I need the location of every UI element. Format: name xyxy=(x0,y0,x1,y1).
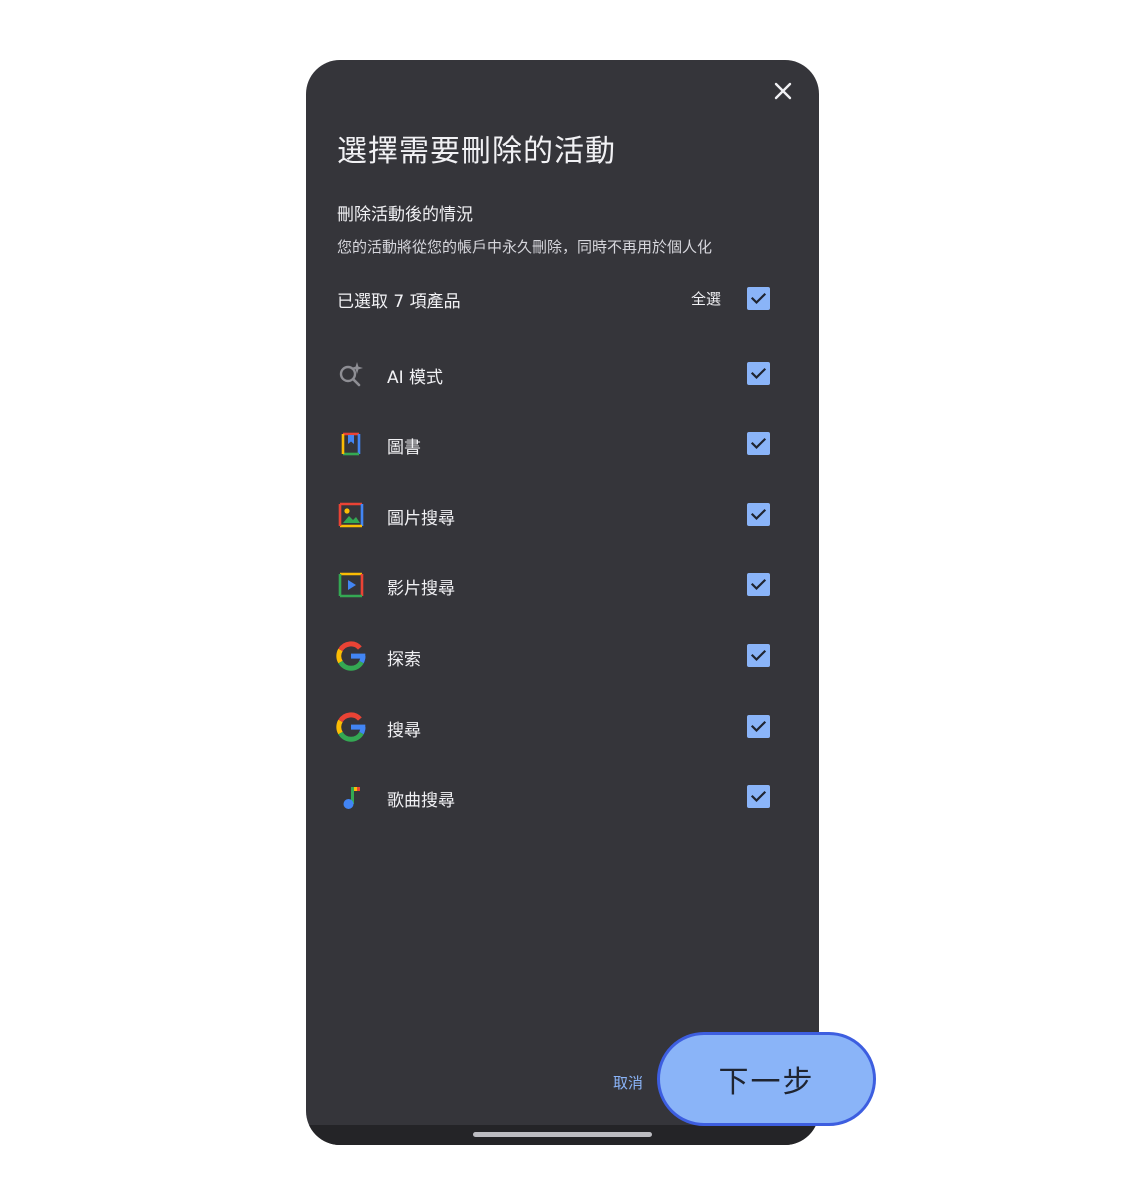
product-checkbox[interactable] xyxy=(747,362,770,385)
next-button[interactable]: 下一步 xyxy=(657,1032,876,1126)
selected-count: 已選取 7 項產品 xyxy=(337,292,461,312)
ai-search-sparkle-icon xyxy=(335,358,367,390)
product-label: 圖書 xyxy=(387,438,421,458)
product-row-discover[interactable]: 探索 xyxy=(306,633,819,679)
checkmark-icon xyxy=(750,649,767,662)
video-search-icon xyxy=(335,569,367,601)
product-label: 影片搜尋 xyxy=(387,579,455,599)
checkmark-icon xyxy=(750,790,767,803)
product-checkbox[interactable] xyxy=(747,715,770,738)
select-all-checkbox[interactable] xyxy=(747,287,770,310)
dialog-subtitle: 刪除活動後的情況 xyxy=(337,205,473,225)
product-row-ai-mode[interactable]: AI 模式 xyxy=(306,351,819,397)
product-checkbox[interactable] xyxy=(747,432,770,455)
delete-activity-dialog: 選擇需要刪除的活動 刪除活動後的情況 您的活動將從您的帳戶中永久刪除，同時不再用… xyxy=(306,60,819,1145)
books-icon xyxy=(335,428,367,460)
select-all-label: 全選 xyxy=(691,290,722,308)
product-label: 圖片搜尋 xyxy=(387,509,455,529)
product-row-books[interactable]: 圖書 xyxy=(306,421,819,467)
google-g-icon xyxy=(335,711,367,743)
product-label: 探索 xyxy=(387,650,421,670)
checkmark-icon xyxy=(750,367,767,380)
checkmark-icon xyxy=(750,720,767,733)
product-row-search[interactable]: 搜尋 xyxy=(306,704,819,750)
product-label: 搜尋 xyxy=(387,721,421,741)
dialog-title: 選擇需要刪除的活動 xyxy=(337,134,616,169)
navigation-bar xyxy=(306,1125,819,1145)
google-g-icon xyxy=(335,640,367,672)
product-checkbox[interactable] xyxy=(747,644,770,667)
product-row-song-search[interactable]: 歌曲搜尋 xyxy=(306,774,819,820)
product-label: 歌曲搜尋 xyxy=(387,791,455,811)
dialog-description: 您的活動將從您的帳戶中永久刪除，同時不再用於個人化 xyxy=(337,238,713,256)
checkmark-icon xyxy=(750,292,767,305)
close-icon xyxy=(774,82,792,100)
image-search-icon xyxy=(335,499,367,531)
product-checkbox[interactable] xyxy=(747,503,770,526)
checkmark-icon xyxy=(750,508,767,521)
product-row-image-search[interactable]: 圖片搜尋 xyxy=(306,492,819,538)
music-note-icon xyxy=(335,781,367,813)
checkmark-icon xyxy=(750,437,767,450)
close-button[interactable] xyxy=(764,76,802,106)
home-indicator[interactable] xyxy=(473,1132,652,1137)
product-row-video-search[interactable]: 影片搜尋 xyxy=(306,562,819,608)
product-checkbox[interactable] xyxy=(747,785,770,808)
checkmark-icon xyxy=(750,578,767,591)
cancel-button[interactable]: 取消 xyxy=(613,1072,643,1093)
product-checkbox[interactable] xyxy=(747,573,770,596)
product-label: AI 模式 xyxy=(387,368,444,388)
